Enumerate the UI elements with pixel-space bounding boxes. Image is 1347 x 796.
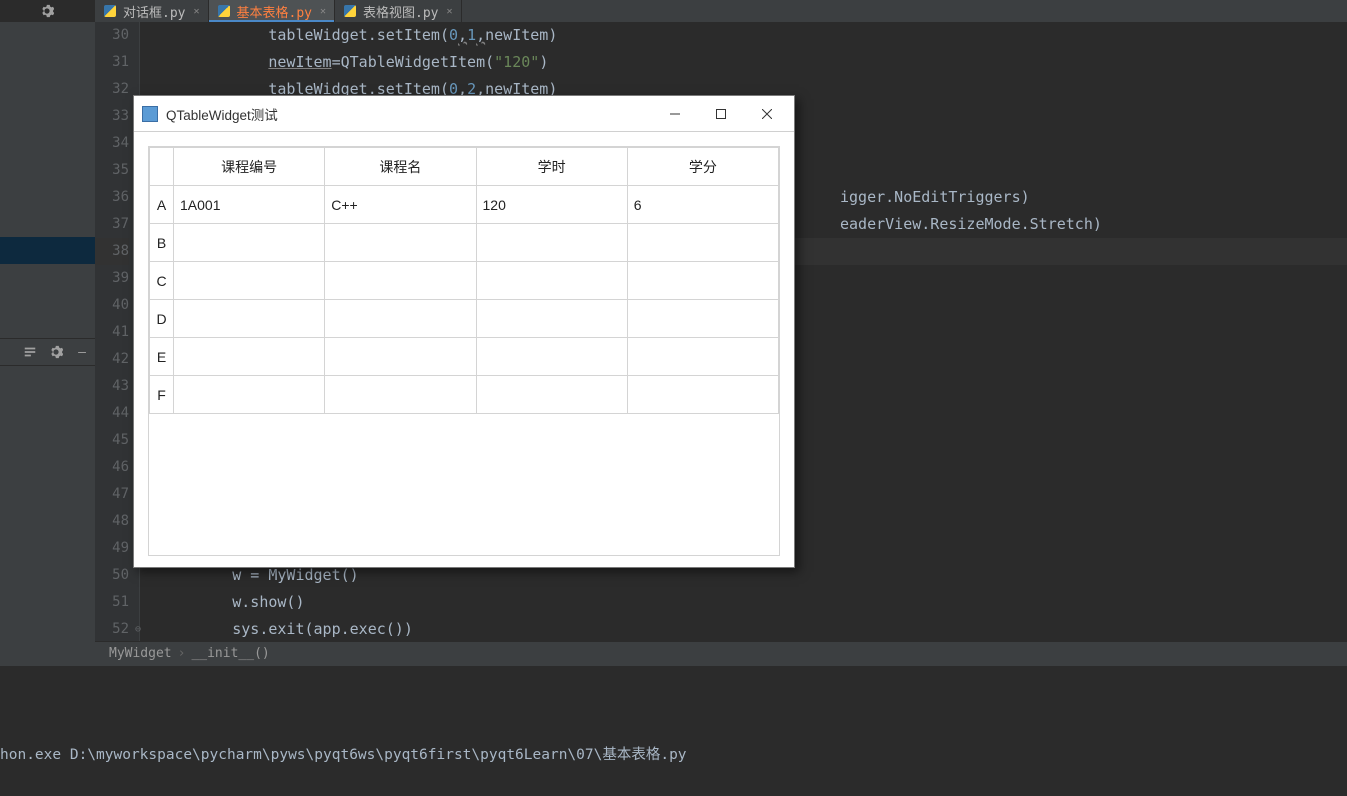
tab-file-0[interactable]: 对话框.py ✕ xyxy=(95,0,209,22)
code-line[interactable]: sys.exit(app.exec()) xyxy=(140,616,1347,643)
table-cell[interactable] xyxy=(627,376,778,414)
table-row[interactable]: D xyxy=(150,300,779,338)
breadcrumb-method[interactable]: __init__() xyxy=(191,646,269,661)
close-icon[interactable]: ✕ xyxy=(193,6,199,17)
chevron-right-icon: › xyxy=(178,646,186,661)
code-line[interactable]: tableWidget.setItem(0,1,newItem) xyxy=(140,22,1347,49)
gear-icon[interactable] xyxy=(49,345,63,359)
table-cell[interactable] xyxy=(325,338,476,376)
table-cell[interactable] xyxy=(476,224,627,262)
table-cell[interactable] xyxy=(325,300,476,338)
table-cell[interactable] xyxy=(174,300,325,338)
qtablewidget[interactable]: 课程编号课程名学时学分A1A001C++1206BCDEF xyxy=(148,146,780,556)
row-header[interactable]: C xyxy=(150,262,174,300)
table-row[interactable]: B xyxy=(150,224,779,262)
table-cell[interactable] xyxy=(627,224,778,262)
breadcrumb[interactable]: MyWidget › __init__() xyxy=(95,641,1347,665)
table-cell[interactable] xyxy=(325,376,476,414)
table-cell[interactable] xyxy=(325,262,476,300)
row-header[interactable]: F xyxy=(150,376,174,414)
structure-panel-toolbar: — xyxy=(0,338,95,366)
table-cell[interactable]: 120 xyxy=(476,186,627,224)
code-line[interactable]: newItem=QTableWidgetItem("120") xyxy=(140,49,1347,76)
table-cell[interactable] xyxy=(627,300,778,338)
project-toolbar xyxy=(0,0,95,22)
table-cell[interactable] xyxy=(476,338,627,376)
tab-file-1[interactable]: 基本表格.py ✕ xyxy=(209,0,336,22)
tab-label: 基本表格.py xyxy=(237,2,312,21)
table-cell[interactable] xyxy=(627,262,778,300)
table-corner[interactable] xyxy=(150,148,174,186)
table-cell[interactable] xyxy=(476,376,627,414)
maximize-button[interactable] xyxy=(698,96,744,132)
table-cell[interactable] xyxy=(476,300,627,338)
gear-icon[interactable] xyxy=(40,4,54,18)
minimize-button[interactable] xyxy=(652,96,698,132)
row-header[interactable]: A xyxy=(150,186,174,224)
table-blank-area xyxy=(149,414,779,555)
tab-label: 表格视图.py xyxy=(363,2,438,21)
close-icon[interactable]: ✕ xyxy=(320,6,326,17)
python-file-icon xyxy=(217,4,231,18)
table-cell[interactable]: 6 xyxy=(627,186,778,224)
table-cell[interactable] xyxy=(174,338,325,376)
row-header[interactable]: B xyxy=(150,224,174,262)
table-cell[interactable] xyxy=(627,338,778,376)
breadcrumb-class[interactable]: MyWidget xyxy=(109,646,172,661)
column-header[interactable]: 学时 xyxy=(476,148,627,186)
window-title: QTableWidget测试 xyxy=(166,104,652,124)
column-header[interactable]: 课程编号 xyxy=(174,148,325,186)
sort-icon[interactable] xyxy=(23,345,37,359)
table-grid[interactable]: 课程编号课程名学时学分A1A001C++1206BCDEF xyxy=(149,147,779,414)
table-row[interactable]: C xyxy=(150,262,779,300)
python-file-icon xyxy=(103,4,117,18)
table-row[interactable]: A1A001C++1206 xyxy=(150,186,779,224)
table-cell[interactable]: C++ xyxy=(325,186,476,224)
column-header[interactable]: 学分 xyxy=(627,148,778,186)
column-header[interactable]: 课程名 xyxy=(325,148,476,186)
table-row[interactable]: F xyxy=(150,376,779,414)
editor-tab-bar: 对话框.py ✕ 基本表格.py ✕ 表格视图.py ✕ xyxy=(95,0,1347,22)
row-header[interactable]: D xyxy=(150,300,174,338)
selection-highlight xyxy=(0,237,95,264)
table-cell[interactable] xyxy=(325,224,476,262)
row-header[interactable]: E xyxy=(150,338,174,376)
app-icon xyxy=(142,106,158,122)
titlebar[interactable]: QTableWidget测试 xyxy=(134,96,794,132)
minimize-icon[interactable]: — xyxy=(75,345,89,359)
qt-dialog-body: 课程编号课程名学时学分A1A001C++1206BCDEF xyxy=(134,132,794,567)
code-line[interactable]: w.show() xyxy=(140,589,1347,616)
python-file-icon xyxy=(343,4,357,18)
run-console[interactable]: hon.exe D:\myworkspace\pycharm\pyws\pyqt… xyxy=(0,665,1347,796)
console-line: hon.exe D:\myworkspace\pycharm\pyws\pyqt… xyxy=(0,742,1347,769)
table-cell[interactable]: 1A001 xyxy=(174,186,325,224)
tab-label: 对话框.py xyxy=(123,2,185,21)
table-cell[interactable] xyxy=(476,262,627,300)
table-row[interactable]: E xyxy=(150,338,779,376)
table-cell[interactable] xyxy=(174,262,325,300)
table-cell[interactable] xyxy=(174,376,325,414)
tab-file-2[interactable]: 表格视图.py ✕ xyxy=(335,0,462,22)
close-icon[interactable]: ✕ xyxy=(447,6,453,17)
close-button[interactable] xyxy=(744,96,790,132)
table-cell[interactable] xyxy=(174,224,325,262)
qt-dialog-window[interactable]: QTableWidget测试 课程编号课程名学时学分A1A001C++1206B… xyxy=(133,95,795,568)
